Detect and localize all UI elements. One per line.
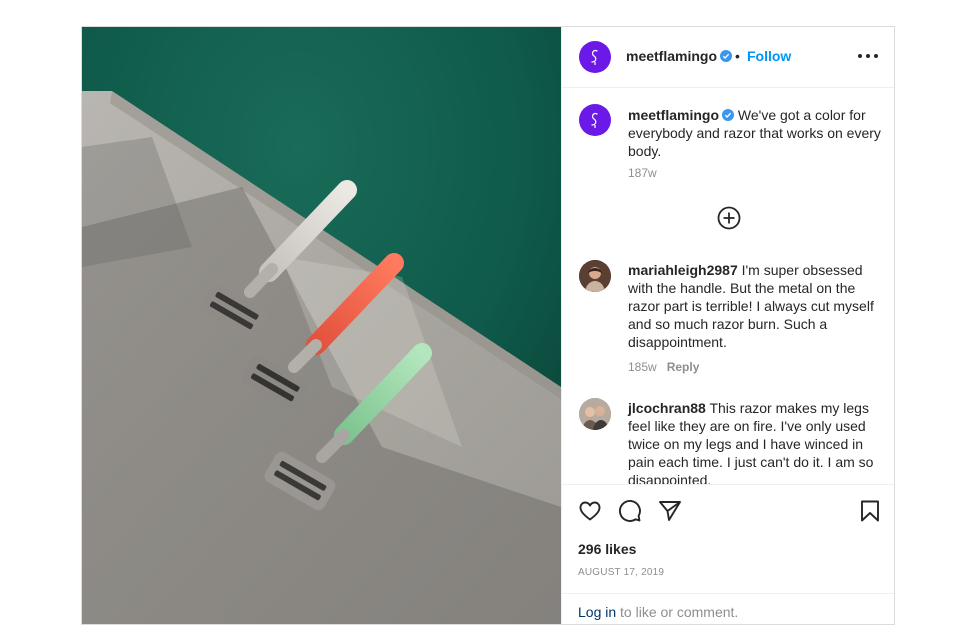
verified-badge-icon bbox=[722, 109, 735, 121]
post-actions: 296 likes AUGUST 17, 2019 Log in to like… bbox=[562, 484, 894, 624]
comments-section[interactable]: meetflamingo We've got a color for every… bbox=[562, 88, 894, 484]
separator-dot: • bbox=[735, 48, 740, 64]
instagram-post: meetflamingo • Follow meetflamingo We've… bbox=[81, 26, 895, 625]
login-link[interactable]: Log in bbox=[578, 604, 616, 620]
reply-button[interactable]: Reply bbox=[667, 360, 700, 374]
post-side-panel: meetflamingo • Follow meetflamingo We've… bbox=[561, 27, 894, 624]
verified-badge-icon bbox=[720, 50, 733, 62]
header-username[interactable]: meetflamingo bbox=[626, 48, 733, 64]
caption-username[interactable]: meetflamingo bbox=[628, 107, 719, 123]
comment-timestamp[interactable]: 185w bbox=[628, 360, 657, 374]
follow-button[interactable]: Follow bbox=[747, 48, 791, 64]
commenter-avatar[interactable] bbox=[579, 260, 611, 292]
caption: meetflamingo We've got a color for every… bbox=[628, 106, 882, 160]
more-options-icon[interactable] bbox=[858, 49, 878, 63]
caption-avatar[interactable] bbox=[579, 104, 611, 136]
login-prompt: Log in to like or comment. bbox=[562, 593, 894, 624]
share-icon[interactable] bbox=[658, 499, 682, 523]
commenter-avatar[interactable] bbox=[579, 398, 611, 430]
comment-username[interactable]: jlcochran88 bbox=[628, 400, 706, 416]
login-prompt-text: to like or comment. bbox=[616, 604, 739, 620]
comment-text: mariahleigh2987 I'm super obsessed with … bbox=[628, 261, 882, 351]
post-header: meetflamingo • Follow bbox=[562, 27, 894, 88]
comment-username[interactable]: mariahleigh2987 bbox=[628, 262, 738, 278]
post-date[interactable]: AUGUST 17, 2019 bbox=[578, 567, 664, 578]
caption-timestamp[interactable]: 187w bbox=[628, 166, 657, 180]
heart-icon[interactable] bbox=[578, 499, 602, 523]
flamingo-logo-icon bbox=[591, 112, 598, 128]
likes-count[interactable]: 296 likes bbox=[578, 541, 636, 557]
comment-icon[interactable] bbox=[618, 499, 642, 523]
flamingo-logo-icon bbox=[591, 49, 598, 65]
plus-circle-icon[interactable] bbox=[717, 206, 741, 230]
comment-meta: 185w Reply bbox=[628, 360, 699, 374]
post-image[interactable] bbox=[82, 27, 561, 624]
bookmark-icon[interactable] bbox=[858, 499, 882, 523]
avatar[interactable] bbox=[579, 41, 611, 73]
comment-text: jlcochran88 This razor makes my legs fee… bbox=[628, 399, 882, 484]
